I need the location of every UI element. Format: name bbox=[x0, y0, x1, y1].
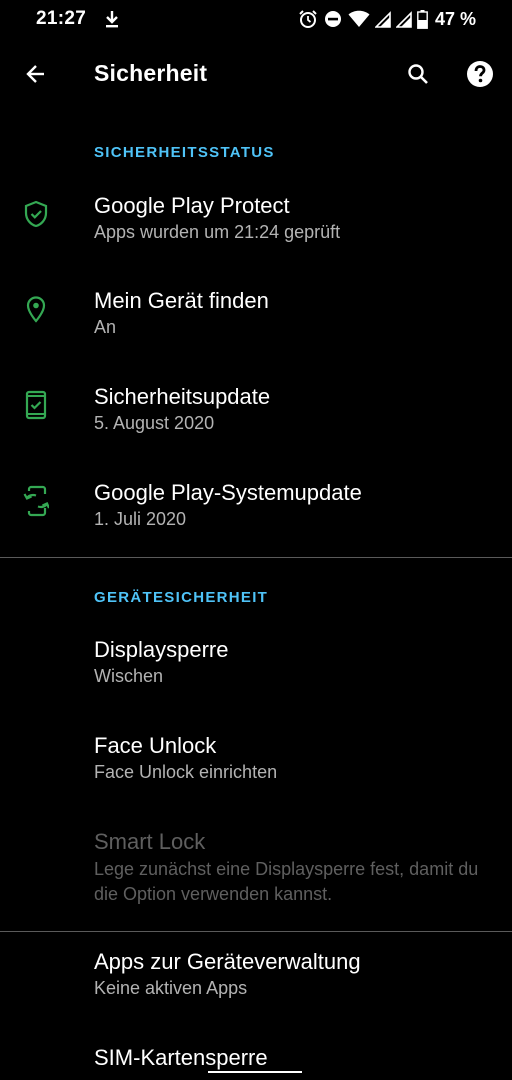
nav-gesture-bar bbox=[208, 1071, 302, 1073]
item-title: Sicherheitsupdate bbox=[94, 384, 271, 409]
location-pin-icon bbox=[22, 295, 50, 323]
section-header-device-security: GERÄTESICHERHEIT bbox=[94, 589, 269, 606]
signal-icon bbox=[374, 10, 391, 28]
status-icons: 47 % bbox=[298, 8, 476, 30]
item-subtitle: Face Unlock einrichten bbox=[94, 762, 278, 782]
search-icon bbox=[406, 62, 430, 91]
page-title: Sicherheit bbox=[94, 60, 208, 86]
help-icon bbox=[466, 60, 494, 93]
item-subtitle: 5. August 2020 bbox=[94, 413, 215, 433]
item-subtitle: Keine aktiven Apps bbox=[94, 978, 248, 998]
phone-check-icon bbox=[22, 390, 50, 420]
divider bbox=[0, 557, 512, 558]
list-item-play-system-update[interactable]: Google Play-Systemupdate 1. Juli 2020 bbox=[0, 463, 512, 559]
status-bar: 21:27 47 % bbox=[0, 0, 512, 40]
download-icon bbox=[104, 9, 120, 29]
list-item-google-play-protect[interactable]: Google Play Protect Apps wurden um 21:24… bbox=[0, 176, 512, 272]
battery-icon bbox=[417, 9, 428, 29]
item-subtitle: An bbox=[94, 317, 117, 337]
help-button[interactable] bbox=[458, 54, 502, 98]
item-title: Mein Gerät finden bbox=[94, 288, 269, 313]
list-item-security-update[interactable]: Sicherheitsupdate 5. August 2020 bbox=[0, 367, 512, 463]
item-subtitle: Wischen bbox=[94, 666, 164, 686]
item-title: Apps zur Geräteverwaltung bbox=[94, 949, 361, 974]
back-button[interactable] bbox=[14, 54, 58, 98]
phone-sync-icon bbox=[22, 485, 50, 517]
do-not-disturb-icon bbox=[323, 9, 343, 29]
alarm-icon bbox=[298, 9, 318, 29]
shield-check-icon bbox=[22, 200, 50, 228]
list-item-screen-lock[interactable]: Displaysperre Wischen bbox=[0, 620, 512, 716]
wifi-icon bbox=[348, 10, 370, 28]
item-title: Face Unlock bbox=[94, 733, 217, 758]
item-title: Google Play Protect bbox=[94, 193, 290, 218]
status-time: 21:27 bbox=[36, 8, 87, 29]
item-title: Displaysperre bbox=[94, 637, 229, 662]
item-subtitle: Apps wurden um 21:24 geprüft bbox=[94, 222, 341, 242]
list-item-face-unlock[interactable]: Face Unlock Face Unlock einrichten bbox=[0, 716, 512, 812]
list-item-device-admin-apps[interactable]: Apps zur Geräteverwaltung Keine aktiven … bbox=[0, 932, 512, 1028]
item-title: SIM-Kartensperre bbox=[94, 1045, 268, 1070]
list-item-find-my-device[interactable]: Mein Gerät finden An bbox=[0, 271, 512, 367]
item-subtitle: Lege zunächst eine Displaysperre fest, d… bbox=[94, 859, 479, 904]
list-item-smart-lock: Smart Lock Lege zunächst eine Displayspe… bbox=[0, 812, 512, 930]
search-button[interactable] bbox=[396, 54, 440, 98]
signal-icon-2 bbox=[395, 10, 412, 28]
battery-percent: 47 % bbox=[434, 8, 476, 29]
arrow-back-icon bbox=[24, 62, 48, 91]
item-subtitle: 1. Juli 2020 bbox=[94, 509, 187, 529]
item-title: Google Play-Systemupdate bbox=[94, 480, 362, 505]
app-bar: Sicherheit bbox=[0, 40, 512, 112]
item-title: Smart Lock bbox=[94, 829, 206, 854]
section-header-security-status: SICHERHEITSSTATUS bbox=[94, 144, 275, 161]
